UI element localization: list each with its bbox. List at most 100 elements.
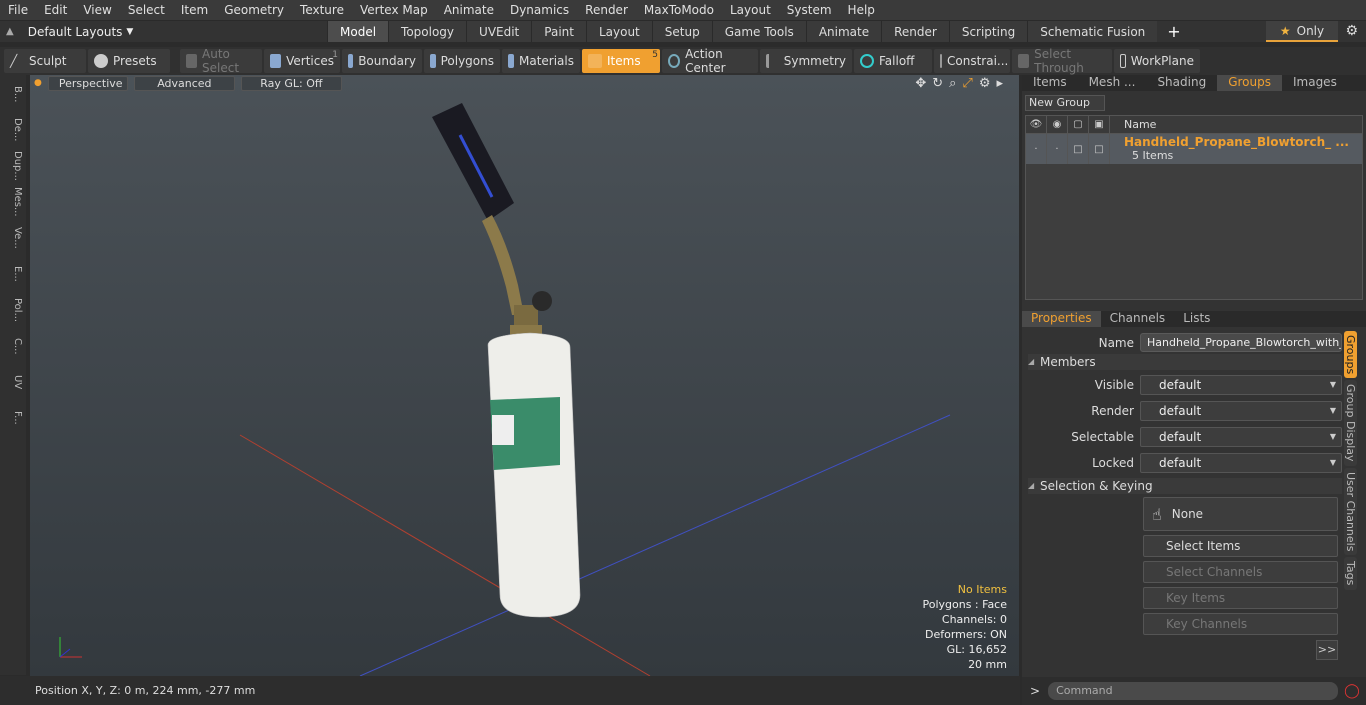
left-tab-7[interactable]: C... bbox=[3, 329, 23, 363]
menu-layout[interactable]: Layout bbox=[722, 3, 779, 17]
command-input[interactable]: Command bbox=[1048, 682, 1339, 700]
tab-channels[interactable]: Channels bbox=[1101, 311, 1175, 327]
left-tab-9[interactable]: F... bbox=[3, 401, 23, 435]
collapse-icon[interactable]: ▲ bbox=[6, 26, 14, 37]
items-button[interactable]: Items 5 bbox=[582, 49, 660, 73]
vtab-groups[interactable]: Groups bbox=[1344, 331, 1357, 379]
layouts-dropdown[interactable]: ▲ Default Layouts ▼ bbox=[0, 21, 327, 42]
menu-file[interactable]: File bbox=[0, 3, 36, 17]
boundary-button[interactable]: Boundary bbox=[342, 49, 422, 73]
symmetry-button[interactable]: Symmetry bbox=[760, 49, 852, 73]
tab-animate[interactable]: Animate bbox=[805, 21, 882, 42]
lock-icon[interactable]: ▣ bbox=[1089, 116, 1110, 133]
presets-button[interactable]: Presets bbox=[88, 49, 170, 73]
advanced-button[interactable]: Advanced bbox=[133, 75, 235, 91]
key-channels-button[interactable]: Key Channels bbox=[1143, 613, 1338, 635]
action-center-button[interactable]: Action Center bbox=[662, 47, 758, 75]
polygons-button[interactable]: Polygons bbox=[424, 49, 500, 73]
menu-animate[interactable]: Animate bbox=[436, 3, 502, 17]
zoom-view-icon[interactable]: ⌕ bbox=[949, 76, 956, 91]
record-icon[interactable]: ◯ bbox=[1344, 683, 1360, 699]
expand-arrow-icon[interactable]: ▸ bbox=[996, 76, 1003, 91]
only-button[interactable]: ★ Only bbox=[1266, 21, 1338, 42]
tab-paint[interactable]: Paint bbox=[531, 21, 586, 42]
move-view-icon[interactable]: ✥ bbox=[915, 76, 926, 91]
raygl-button[interactable]: Ray GL: Off bbox=[240, 75, 342, 91]
tab-uvedit[interactable]: UVEdit bbox=[466, 21, 532, 42]
workplane-button[interactable]: WorkPlane bbox=[1114, 49, 1200, 73]
locked-select[interactable]: default bbox=[1140, 453, 1342, 473]
menu-texture[interactable]: Texture bbox=[292, 3, 352, 17]
select-channels-button[interactable]: Select Channels bbox=[1143, 561, 1338, 583]
key-items-button[interactable]: Key Items bbox=[1143, 587, 1338, 609]
eye-icon[interactable]: 👁 bbox=[1026, 116, 1047, 133]
menu-system[interactable]: System bbox=[779, 3, 840, 17]
row-eye-icon[interactable]: · bbox=[1026, 134, 1047, 164]
members-section[interactable]: Members bbox=[1028, 354, 1342, 370]
left-tab-3[interactable]: Mes... bbox=[3, 185, 23, 219]
viewport-gear-icon[interactable]: ⚙ bbox=[979, 76, 991, 91]
tab-model[interactable]: Model bbox=[327, 21, 389, 42]
viewport-menu-icon[interactable]: ● bbox=[34, 78, 42, 88]
menu-view[interactable]: View bbox=[75, 3, 119, 17]
select-through-button[interactable]: Select Through bbox=[1012, 47, 1112, 75]
select-items-button[interactable]: Select Items bbox=[1143, 535, 1338, 557]
auto-select-button[interactable]: Auto Select bbox=[180, 47, 262, 75]
tab-properties[interactable]: Properties bbox=[1022, 311, 1101, 327]
tab-game-tools[interactable]: Game Tools bbox=[711, 21, 806, 42]
tab-lists[interactable]: Lists bbox=[1174, 311, 1219, 327]
render-icon[interactable]: ◉ bbox=[1047, 116, 1068, 133]
tab-images[interactable]: Images bbox=[1282, 75, 1348, 91]
menu-select[interactable]: Select bbox=[120, 3, 173, 17]
tab-groups[interactable]: Groups bbox=[1217, 75, 1282, 91]
more-button[interactable]: >> bbox=[1316, 640, 1338, 660]
tab-layout[interactable]: Layout bbox=[585, 21, 652, 42]
menu-geometry[interactable]: Geometry bbox=[216, 3, 292, 17]
new-group-button[interactable]: New Group bbox=[1025, 95, 1105, 111]
left-tab-6[interactable]: Pol... bbox=[3, 293, 23, 327]
left-tab-0[interactable]: B... bbox=[3, 77, 23, 111]
fit-view-icon[interactable]: ⤢ bbox=[962, 76, 972, 91]
none-button[interactable]: ☝ None bbox=[1143, 497, 1338, 531]
tab-render[interactable]: Render bbox=[881, 21, 949, 42]
rotate-view-icon[interactable]: ↻ bbox=[932, 76, 943, 91]
falloff-button[interactable]: Falloff bbox=[854, 49, 932, 73]
vertices-button[interactable]: Vertices 1 bbox=[264, 49, 340, 73]
left-tab-2[interactable]: Dup... bbox=[3, 149, 23, 183]
tab-mesh[interactable]: Mesh ... bbox=[1078, 75, 1147, 91]
row-select-icon[interactable]: □ bbox=[1068, 134, 1089, 164]
vtab-user-channels[interactable]: User Channels bbox=[1344, 467, 1357, 556]
materials-button[interactable]: Materials bbox=[502, 49, 580, 73]
3d-viewport[interactable]: ● Perspective Advanced Ray GL: Off ✥ ↻ ⌕… bbox=[30, 75, 1019, 676]
menu-edit[interactable]: Edit bbox=[36, 3, 75, 17]
constraints-button[interactable]: Constrai... bbox=[934, 49, 1010, 73]
selection-keying-section[interactable]: Selection & Keying bbox=[1028, 478, 1342, 494]
select-icon[interactable]: ▢ bbox=[1068, 116, 1089, 133]
left-tab-8[interactable]: UV bbox=[3, 365, 23, 399]
gear-icon[interactable]: ⚙ bbox=[1345, 23, 1358, 39]
add-tab-button[interactable]: + bbox=[1157, 22, 1190, 41]
menu-help[interactable]: Help bbox=[840, 3, 883, 17]
tab-shading[interactable]: Shading bbox=[1146, 75, 1217, 91]
menu-vertex-map[interactable]: Vertex Map bbox=[352, 3, 436, 17]
tab-scripting[interactable]: Scripting bbox=[948, 21, 1028, 42]
tab-setup[interactable]: Setup bbox=[651, 21, 712, 42]
menu-dynamics[interactable]: Dynamics bbox=[502, 3, 577, 17]
visible-select[interactable]: default bbox=[1140, 375, 1342, 395]
vtab-tags[interactable]: Tags bbox=[1344, 557, 1357, 590]
tab-schematic-fusion[interactable]: Schematic Fusion bbox=[1027, 21, 1158, 42]
group-row[interactable]: · · □ □ Handheld_Propane_Blowtorch_ ... … bbox=[1026, 134, 1362, 164]
selectable-select[interactable]: default bbox=[1140, 427, 1342, 447]
sculpt-button[interactable]: ╱ Sculpt bbox=[4, 49, 86, 73]
left-tab-5[interactable]: E... bbox=[3, 257, 23, 291]
left-tab-4[interactable]: Ve... bbox=[3, 221, 23, 255]
menu-item[interactable]: Item bbox=[173, 3, 216, 17]
menu-maxtomodo[interactable]: MaxToModo bbox=[636, 3, 722, 17]
row-lock-icon[interactable]: □ bbox=[1089, 134, 1110, 164]
perspective-button[interactable]: Perspective bbox=[47, 75, 128, 91]
vtab-group-display[interactable]: Group Display bbox=[1344, 380, 1357, 466]
left-tab-1[interactable]: De... bbox=[3, 113, 23, 147]
tab-items[interactable]: Items bbox=[1022, 75, 1078, 91]
row-render-icon[interactable]: · bbox=[1047, 134, 1068, 164]
name-field[interactable]: Handheld_Propane_Blowtorch_with_F bbox=[1140, 333, 1342, 352]
